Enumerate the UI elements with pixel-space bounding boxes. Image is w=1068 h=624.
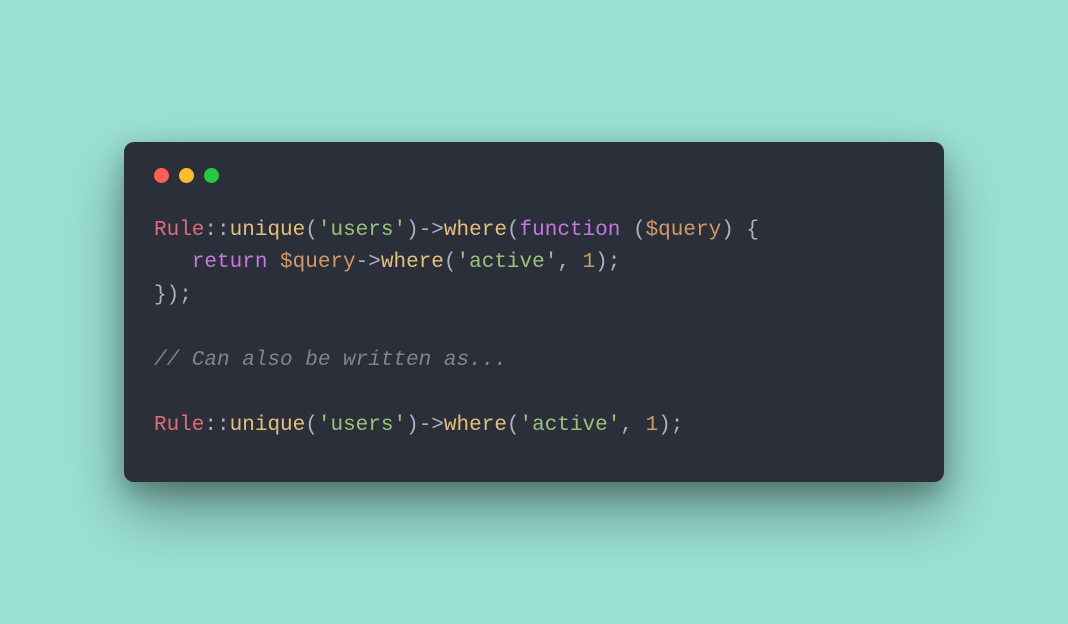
token-op: ( — [444, 251, 457, 274]
token-keyword: function — [520, 219, 621, 242]
token-op: -> — [356, 251, 381, 274]
token-string: 'active' — [457, 251, 558, 274]
token-class: Rule — [154, 219, 204, 242]
token-string: 'active' — [520, 414, 621, 437]
token-num: 1 — [583, 251, 596, 274]
token-op: :: — [204, 219, 229, 242]
token-class: Rule — [154, 414, 204, 437]
token-string: 'users' — [318, 414, 406, 437]
token-op: ( — [305, 414, 318, 437]
traffic-lights — [154, 168, 914, 183]
token-method: unique — [230, 414, 306, 437]
token-op: )-> — [406, 414, 444, 437]
token-op: ) { — [721, 219, 759, 242]
token-method: unique — [230, 219, 306, 242]
token-method: where — [444, 414, 507, 437]
token-op: , — [557, 251, 582, 274]
token-num: 1 — [646, 414, 659, 437]
token-var: $query — [646, 219, 722, 242]
token-op — [267, 251, 280, 274]
code-block: Rule::unique('users')->where(function ($… — [154, 215, 914, 443]
minimize-icon[interactable] — [179, 168, 194, 183]
token-op: ( — [620, 219, 645, 242]
token-op: , — [620, 414, 645, 437]
token-keyword: return — [192, 251, 268, 274]
token-comment: // Can also be written as... — [154, 349, 507, 372]
close-icon[interactable] — [154, 168, 169, 183]
token-method: where — [381, 251, 444, 274]
token-op — [154, 251, 192, 274]
token-op: )-> — [406, 219, 444, 242]
token-op: ( — [507, 414, 520, 437]
zoom-icon[interactable] — [204, 168, 219, 183]
token-op: ( — [305, 219, 318, 242]
token-string: 'users' — [318, 219, 406, 242]
token-op: }); — [154, 284, 192, 307]
token-op: :: — [204, 414, 229, 437]
token-op: ( — [507, 219, 520, 242]
token-var: $query — [280, 251, 356, 274]
code-window: Rule::unique('users')->where(function ($… — [124, 142, 944, 483]
token-op: ); — [595, 251, 620, 274]
token-method: where — [444, 219, 507, 242]
token-op: ); — [658, 414, 683, 437]
